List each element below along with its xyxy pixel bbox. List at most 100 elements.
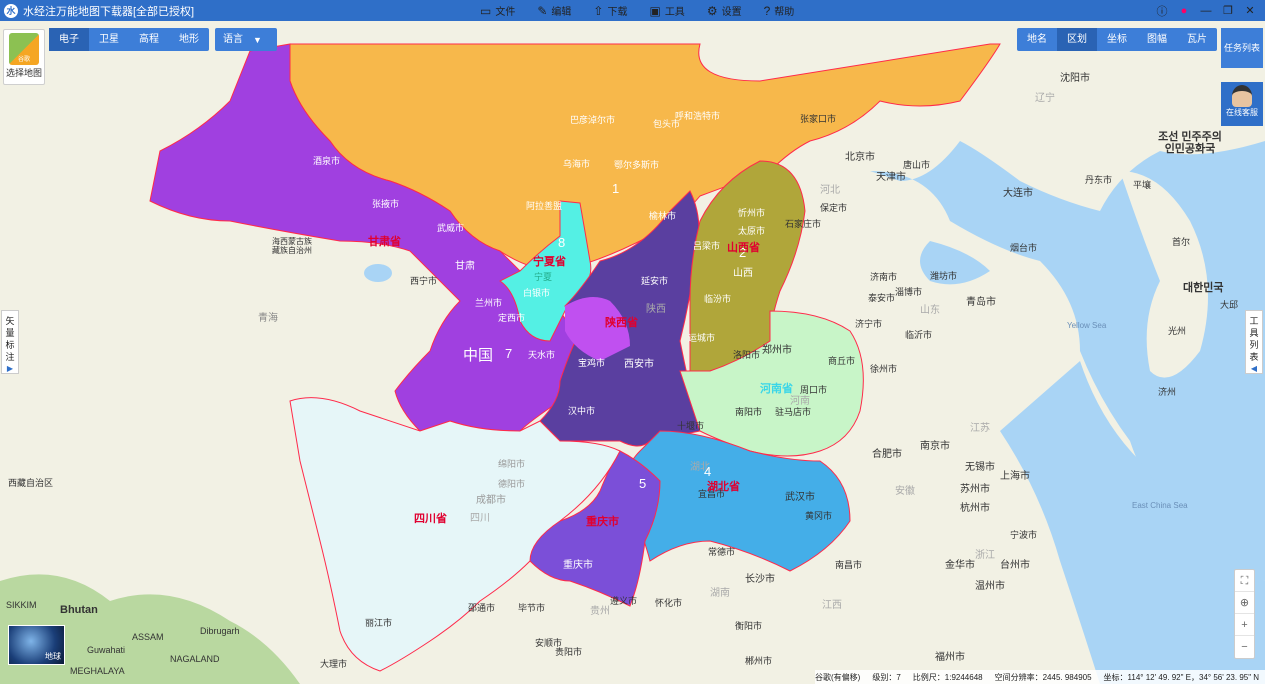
city-label: 上海市 (1000, 471, 1030, 482)
country-label: 조선 민주주의 인민공화국 (1158, 131, 1222, 155)
country-label: 대한민국 (1183, 282, 1224, 294)
city-label: 苏州市 (960, 484, 990, 495)
place-label: 辽宁 (1035, 93, 1055, 104)
place-label: 陕西 (646, 304, 666, 315)
tab-tiles[interactable]: 瓦片 (1177, 28, 1217, 51)
city-label: 忻州市 (738, 208, 766, 218)
tab-map-electronic[interactable]: 电子 (49, 28, 89, 51)
menu-file[interactable]: ▭ 文件 (480, 0, 515, 21)
city-label: 宝鸡市 (578, 358, 606, 368)
tab-map-satellite[interactable]: 卫星 (89, 28, 129, 51)
menu-settings[interactable]: ⚙ 设置 (707, 0, 742, 21)
city-label: 临沂市 (905, 330, 933, 340)
city-label: 长沙市 (745, 574, 775, 585)
city-label: 洛阳市 (733, 350, 761, 360)
city-label: 淄博市 (895, 287, 923, 297)
city-label: 天水市 (528, 350, 556, 360)
city-label: 大理市 (320, 659, 348, 669)
place-label: 贵州 (590, 606, 610, 617)
city-label: 南阳市 (735, 407, 763, 417)
agent-avatar-icon (1232, 85, 1252, 107)
city-label: 延安市 (641, 276, 669, 286)
province-label: 山西省 (727, 242, 760, 254)
map-svg (0, 21, 1265, 684)
menu-tools[interactable]: ▣ 工具 (649, 0, 684, 21)
city-label: 阿拉善盟 (526, 201, 563, 211)
city-label: 台州市 (1000, 560, 1030, 571)
region-number: 5 (639, 476, 647, 491)
task-list-button[interactable]: 任务列表 (1221, 28, 1263, 68)
province-label: 重庆市 (586, 516, 619, 528)
globe-view-button[interactable]: 地球 (8, 625, 65, 665)
city-label: 张家口市 (800, 114, 837, 124)
city-label: 怀化市 (655, 598, 683, 608)
city-label: 保定市 (820, 203, 848, 213)
menu-help[interactable]: ? 帮助 (764, 0, 795, 21)
zoom-in-button[interactable]: + (1235, 614, 1254, 636)
city-label: 衡阳市 (735, 621, 763, 631)
tab-map-terrain[interactable]: 地形 (169, 28, 209, 51)
download-icon: ⇧ (593, 3, 604, 18)
place-label: 山东 (920, 305, 940, 316)
city-label: 唐山市 (903, 160, 931, 170)
city-label: 丽江市 (365, 618, 393, 628)
help-icon: ? (763, 3, 771, 18)
region-number: 8 (558, 235, 566, 250)
city-label: 汉中市 (568, 406, 596, 416)
fullscreen-icon[interactable]: ⛶ (1235, 570, 1254, 592)
globe-label: 地球 (45, 652, 61, 661)
city-label: 邵通市 (468, 603, 496, 613)
city-label: 济州 (1158, 387, 1177, 397)
city-label: 宁波市 (1010, 530, 1038, 540)
city-label: 毕节市 (518, 603, 546, 613)
city-label: 福州市 (935, 652, 965, 663)
place-label: 河南 (790, 396, 810, 407)
city-label: 张掖市 (372, 199, 400, 209)
city-label: 绵阳市 (498, 459, 526, 469)
country-label: Bhutan (60, 604, 98, 616)
online-service-button[interactable]: 在线客服 (1221, 82, 1263, 126)
city-label: 首尔 (1172, 237, 1191, 247)
tool-list-panel-toggle[interactable]: 工具列表 ◀ (1245, 310, 1263, 374)
locate-icon[interactable]: ⊕ (1235, 592, 1254, 614)
chevron-left-icon: ◀ (1250, 364, 1258, 373)
edit-icon: ✎ (537, 3, 548, 18)
status-coordinate: 坐标：114° 12' 49. 92" E，34° 56' 23. 95" N (1103, 672, 1260, 682)
place-label: 浙江 (975, 550, 995, 561)
city-label: 大连市 (1003, 188, 1033, 199)
city-label: 大邱 (1220, 300, 1239, 310)
zoom-out-button[interactable]: − (1235, 636, 1254, 658)
city-label: 济南市 (870, 272, 898, 282)
province-label: 河南省 (760, 383, 793, 395)
map-canvas[interactable]: 北京市 天津市 唐山市 保定市 石家庄市 沈阳市 大连市 丹东市 济南市 淄博市… (0, 21, 1265, 684)
restore-icon[interactable]: ❐ (1217, 4, 1239, 17)
city-label: 黄冈市 (805, 511, 833, 521)
tab-map-elevation[interactable]: 高程 (129, 28, 169, 51)
city-label: 商丘市 (828, 356, 856, 366)
place-label: Dibrugarh (200, 626, 240, 636)
info-icon[interactable]: ⓘ (1151, 3, 1173, 19)
menu-download[interactable]: ⇧ 下载 (593, 0, 627, 21)
tab-coordinates[interactable]: 坐标 (1097, 28, 1137, 51)
city-label: 白银市 (523, 288, 551, 298)
minimize-icon[interactable]: — (1195, 5, 1217, 17)
city-label: 武威市 (437, 223, 465, 233)
tool-list-text: 工具列表 (1249, 316, 1259, 362)
tab-sheets[interactable]: 图幅 (1137, 28, 1177, 51)
city-label: 鄂尔多斯市 (614, 160, 660, 170)
place-label: 四川 (470, 513, 490, 524)
vector-label-panel-toggle[interactable]: 矢量标注 ▶ (1, 310, 19, 374)
city-label: 西安市 (624, 359, 654, 370)
menu-edit[interactable]: ✎ 编辑 (537, 0, 571, 21)
map-type-tabs: 电子 卫星 高程 地形 (49, 28, 209, 51)
close-icon[interactable]: ✕ (1239, 4, 1261, 17)
tab-divisions[interactable]: 区划 (1057, 28, 1097, 51)
user-icon[interactable]: ● (1173, 5, 1195, 17)
city-label: 杭州市 (960, 503, 990, 514)
language-select[interactable]: 语言 ▼ (215, 28, 277, 51)
city-label: 郑州市 (762, 345, 792, 356)
city-label: 定西市 (498, 313, 526, 323)
tab-place-names[interactable]: 地名 (1017, 28, 1057, 51)
map-source-selector[interactable]: 谷歌 选择地图 (3, 29, 45, 85)
city-label: 烟台市 (1010, 243, 1038, 253)
